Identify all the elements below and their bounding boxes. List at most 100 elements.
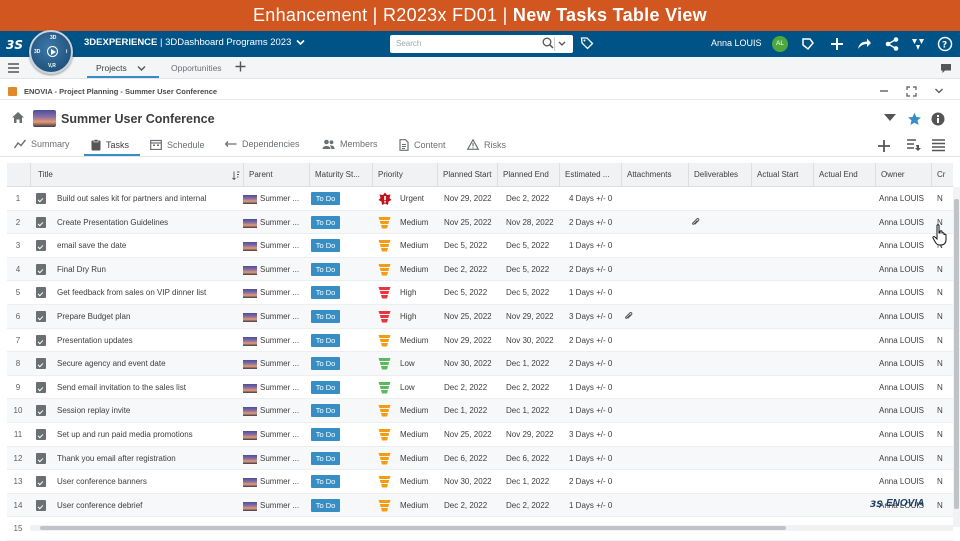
user-name[interactable]: Anna LOUIS xyxy=(711,38,762,48)
parent-name[interactable]: Summer ... xyxy=(260,234,308,257)
list-settings-icon[interactable] xyxy=(906,138,922,152)
subtab-members[interactable]: Members xyxy=(322,139,378,149)
status-badge[interactable]: To Do xyxy=(311,310,340,323)
subtab-dependencies[interactable]: Dependencies xyxy=(225,139,300,149)
subtab-tasks[interactable]: Tasks xyxy=(91,139,129,151)
table-row[interactable]: 10 Session replay invite Summer ... To Do Me… xyxy=(7,399,953,423)
minimize-icon[interactable] xyxy=(879,86,889,96)
column-header-priority[interactable]: Priority xyxy=(373,163,438,187)
column-header-created[interactable]: Cr xyxy=(932,163,953,187)
parent-name[interactable]: Summer ... xyxy=(260,376,308,399)
app-options-icon[interactable] xyxy=(800,36,816,52)
subtab-content[interactable]: Content xyxy=(399,139,446,151)
column-header-actual-start[interactable]: Actual Start xyxy=(752,163,814,187)
table-row[interactable]: 6 Prepare Budget plan Summer ... To Do High N… xyxy=(7,305,953,329)
owner-name[interactable]: Anna LOUIS xyxy=(879,399,931,422)
network-share-icon[interactable] xyxy=(884,36,900,52)
tab-opportunities[interactable]: Opportunities xyxy=(171,63,222,73)
vertical-scrollbar[interactable] xyxy=(953,187,960,527)
tab-projects[interactable]: Projects xyxy=(96,63,146,73)
share-arrow-icon[interactable] xyxy=(856,36,872,52)
table-row[interactable]: 13 User conference banners Summer ... To Do… xyxy=(7,470,953,494)
paperclip-icon[interactable] xyxy=(624,311,633,321)
task-title[interactable]: Session replay invite xyxy=(57,399,242,422)
table-row[interactable]: 8 Secure agency and event date Summer ... T… xyxy=(7,352,953,376)
column-header-title[interactable]: Title xyxy=(31,163,244,187)
parent-name[interactable]: Summer ... xyxy=(260,470,308,493)
parent-name[interactable]: Summer ... xyxy=(260,187,308,210)
app-title[interactable]: 3DEXPERIENCE | 3DDashboard Programs 2023 xyxy=(84,37,305,48)
chevron-down-icon[interactable] xyxy=(296,39,305,46)
table-row[interactable]: 12 Thank you email after registration Summ… xyxy=(7,446,953,471)
help-icon[interactable]: ? xyxy=(937,36,953,52)
column-header-parent[interactable]: Parent xyxy=(244,163,310,187)
status-badge[interactable]: To Do xyxy=(311,239,340,253)
column-header-actual-end[interactable]: Actual End xyxy=(814,163,876,187)
status-badge[interactable]: To Do xyxy=(311,428,340,441)
table-row[interactable]: 7 Presentation updates Summer ... To Do Medi… xyxy=(7,329,953,353)
fullscreen-icon[interactable] xyxy=(906,86,917,97)
table-view-icon[interactable] xyxy=(931,138,946,152)
status-badge[interactable]: To Do xyxy=(311,475,340,489)
task-title[interactable]: Secure agency and event date xyxy=(57,352,242,375)
parent-name[interactable]: Summer ... xyxy=(260,352,308,375)
compass-widget[interactable]: 3D 3D i V,R xyxy=(29,30,73,74)
status-badge[interactable]: To Do xyxy=(311,262,340,276)
horizontal-scrollbar-thumb[interactable] xyxy=(40,526,786,530)
ds-logo-icon[interactable]: 3S xyxy=(5,35,25,53)
vertical-scrollbar-thumb[interactable] xyxy=(954,199,959,509)
owner-name[interactable]: Anna LOUIS xyxy=(879,447,931,470)
owner-name[interactable]: Anna LOUIS xyxy=(879,329,931,352)
owner-name[interactable]: Anna LOUIS xyxy=(879,470,931,493)
user-avatar[interactable]: AL xyxy=(772,36,788,52)
tools-icon[interactable] xyxy=(910,36,926,52)
status-badge[interactable]: To Do xyxy=(311,286,340,300)
owner-name[interactable]: Anna LOUIS xyxy=(879,376,931,399)
horizontal-scrollbar[interactable] xyxy=(30,525,953,531)
status-badge[interactable]: To Do xyxy=(311,333,340,347)
sort-icon[interactable] xyxy=(232,171,240,180)
add-tab-icon[interactable] xyxy=(235,61,246,72)
subtab-summary[interactable]: Summary xyxy=(14,139,70,149)
status-badge[interactable]: To Do xyxy=(311,380,340,394)
widget-menu-chevron-icon[interactable] xyxy=(934,86,944,96)
table-row[interactable]: 9 Send email invitation to the sales list… xyxy=(7,376,953,400)
breadcrumb-text[interactable]: ENOVIA - Project Planning - Summer User … xyxy=(24,87,217,96)
parent-name[interactable]: Summer ... xyxy=(260,399,308,422)
hamburger-menu-icon[interactable] xyxy=(8,63,19,73)
task-title[interactable]: Send email invitation to the sales list xyxy=(57,376,242,399)
parent-name[interactable]: Summer ... xyxy=(260,329,308,352)
parent-name[interactable]: Summer ... xyxy=(260,494,308,517)
status-badge[interactable]: To Do xyxy=(311,192,340,205)
task-title[interactable]: Create Presentation Guidelines xyxy=(57,211,242,234)
parent-name[interactable]: Summer ... xyxy=(260,423,308,446)
search-input[interactable]: Search xyxy=(396,39,421,48)
collapse-header-icon[interactable] xyxy=(883,113,897,123)
play-icon[interactable] xyxy=(47,46,58,57)
table-row[interactable]: 5 Get feedback from sales on VIP dinner l… xyxy=(7,281,953,305)
home-icon[interactable] xyxy=(11,111,25,124)
chevron-down-icon[interactable] xyxy=(137,65,146,72)
info-icon[interactable] xyxy=(931,112,945,126)
parent-name[interactable]: Summer ... xyxy=(260,281,308,304)
column-header-estimated[interactable]: Estimated ... xyxy=(560,163,622,187)
parent-name[interactable]: Summer ... xyxy=(260,305,308,328)
owner-name[interactable]: Anna LOUIS xyxy=(879,423,931,446)
add-task-icon[interactable] xyxy=(877,139,891,153)
column-header-planned-start[interactable]: Planned Start xyxy=(438,163,498,187)
task-title[interactable]: email save the date xyxy=(57,234,242,257)
search-box[interactable]: Search xyxy=(390,35,573,53)
column-header-owner[interactable]: Owner xyxy=(876,163,932,187)
task-title[interactable]: Get feedback from sales on VIP dinner li… xyxy=(57,281,242,304)
owner-name[interactable]: Anna LOUIS xyxy=(879,281,931,304)
owner-name[interactable]: Anna LOUIS xyxy=(879,305,931,328)
task-title[interactable]: Presentation updates xyxy=(57,329,242,352)
search-filter-chevron-icon[interactable] xyxy=(557,37,567,50)
task-title[interactable]: Set up and run paid media promotions xyxy=(57,423,242,446)
add-icon[interactable] xyxy=(829,36,845,52)
status-badge[interactable]: To Do xyxy=(311,215,340,229)
task-title[interactable]: User conference banners xyxy=(57,470,242,493)
task-title[interactable]: Prepare Budget plan xyxy=(57,305,242,328)
subtab-risks[interactable]: Risks xyxy=(467,139,506,150)
table-row[interactable]: 11 Set up and run paid media promotions Su… xyxy=(7,423,953,447)
